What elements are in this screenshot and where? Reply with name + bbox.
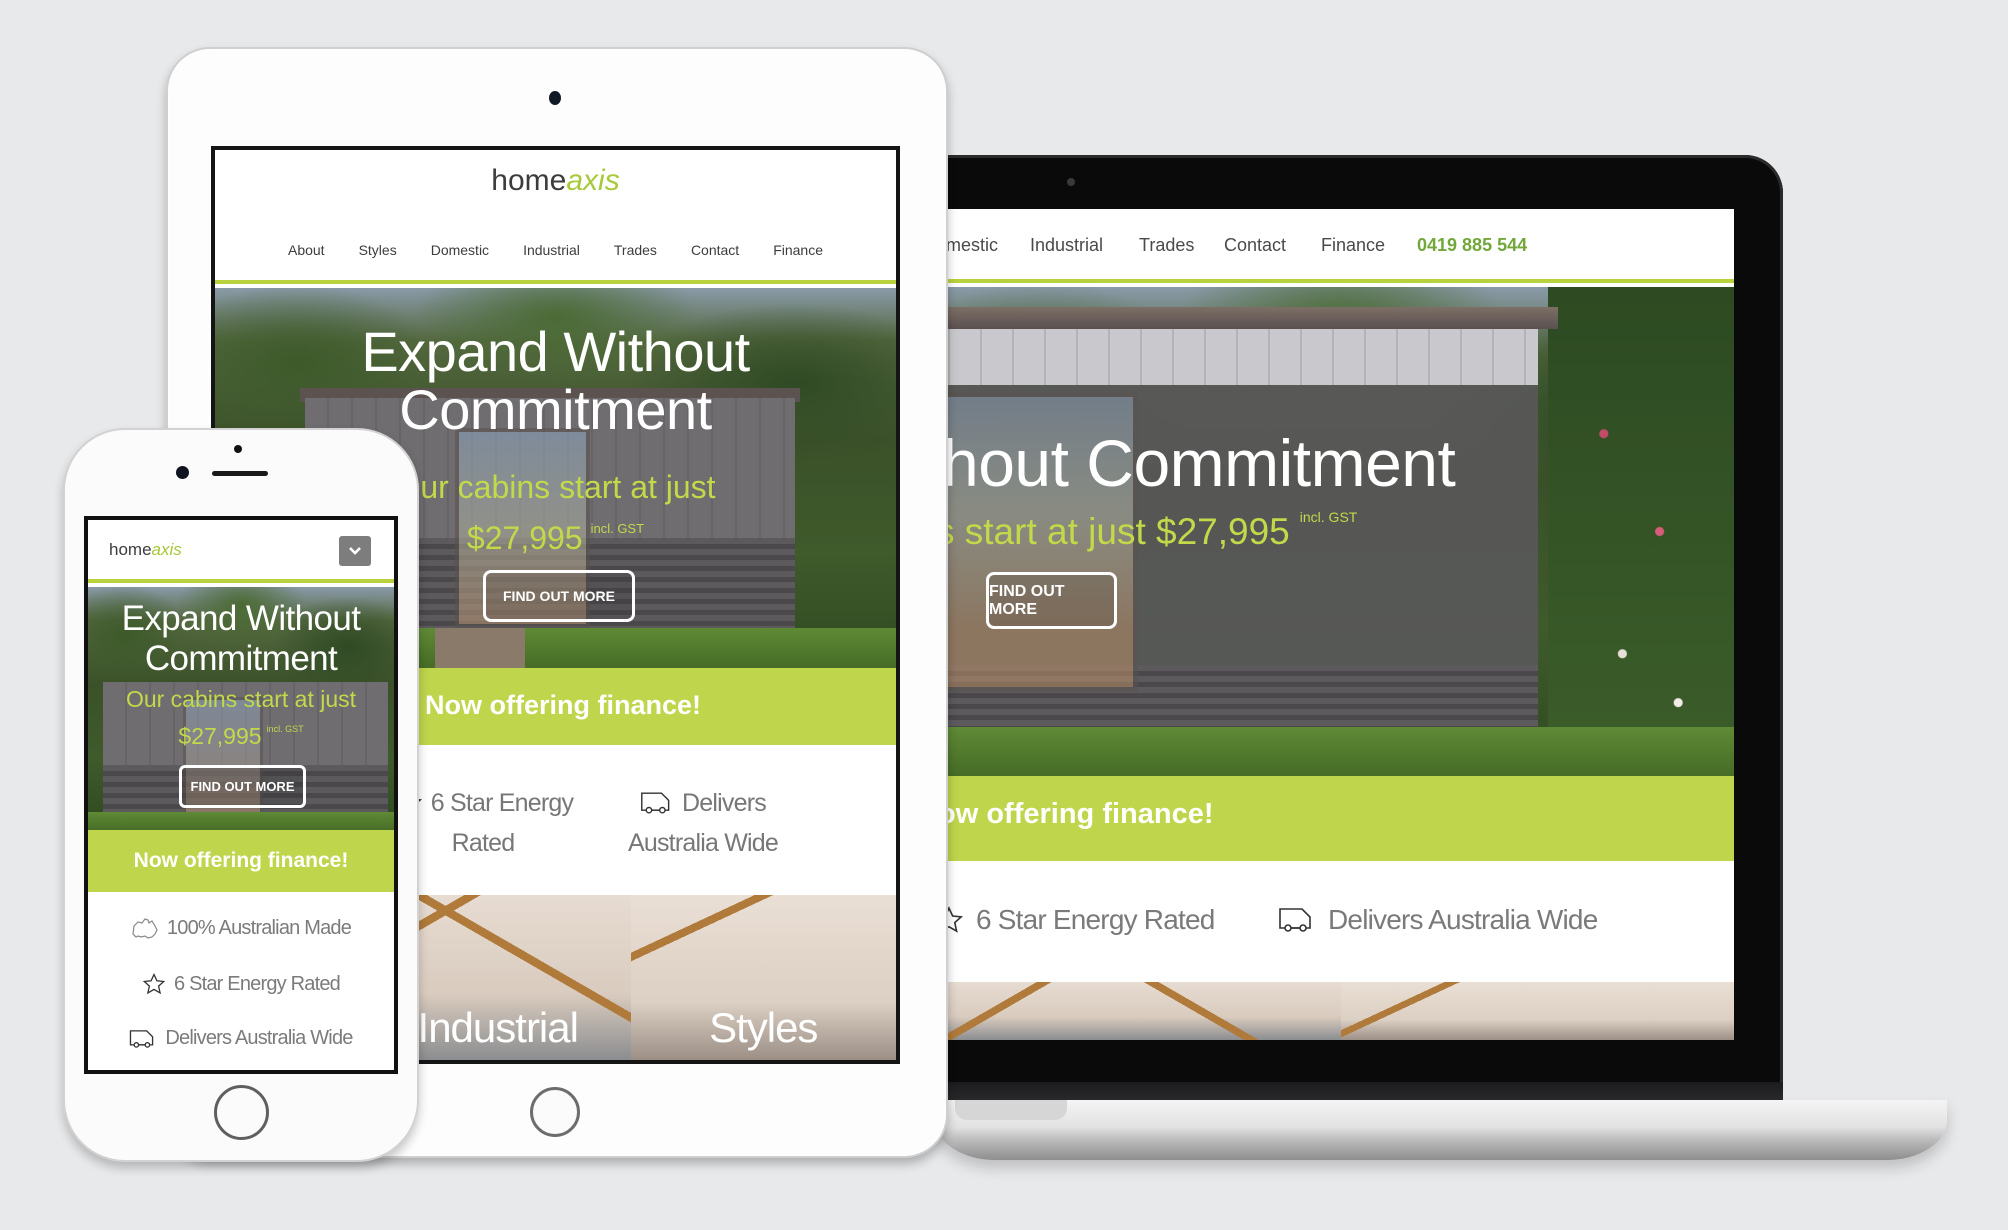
phone-header: homeaxis	[88, 520, 394, 583]
tablet-camera	[549, 91, 561, 105]
logo-axis-text: axis	[151, 540, 182, 559]
nav-link-industrial[interactable]: Industrial	[1030, 235, 1103, 256]
features-strip: 6 Star Energy Rated Delivers Australia W…	[948, 861, 1734, 982]
finance-banner[interactable]: Now offering finance!	[88, 830, 394, 892]
laptop-notch	[955, 1100, 1067, 1120]
tile-styles[interactable]: Styles	[630, 895, 896, 1060]
nav-link-contact[interactable]: Contact	[1224, 235, 1286, 256]
nav-link-contact[interactable]: Contact	[674, 242, 756, 258]
delivery-van-icon	[640, 790, 674, 816]
price-note: incl. GST	[1299, 509, 1358, 525]
hero-price: $27,995	[466, 520, 583, 556]
laptop-nav-bar: mestic Industrial Trades Contact Finance…	[948, 209, 1734, 283]
nav-link-trades[interactable]: Trades	[597, 242, 674, 258]
menu-toggle-button[interactable]	[339, 536, 371, 566]
nav-link-domestic[interactable]: Domestic	[414, 242, 506, 258]
garden-path	[435, 628, 525, 668]
hero-title-line1: Expand Without	[121, 599, 361, 638]
feature-label-line1: 6 Star Energy	[430, 789, 574, 817]
delivery-van-icon	[1278, 906, 1316, 934]
find-out-more-button[interactable]: FIND OUT MORE	[483, 570, 635, 622]
brand-logo[interactable]: homeaxis	[109, 540, 182, 560]
find-out-more-button[interactable]: FIND OUT MORE	[179, 765, 306, 808]
feature-delivery: Delivers Australia Wide	[1278, 904, 1598, 936]
finance-banner-text: ow offering finance!	[948, 798, 1214, 830]
feature-delivery: Delivers Australia Wide	[88, 1027, 394, 1050]
nav-link-finance[interactable]: Finance	[756, 242, 840, 258]
tile-label: Styles	[709, 1004, 818, 1051]
hero-title: Expand Without Commitment	[215, 323, 896, 439]
hero-subtitle-text: Our cabins start at just	[125, 686, 357, 712]
nav-link-trades[interactable]: Trades	[1139, 235, 1194, 256]
nav-link-about[interactable]: About	[271, 242, 342, 258]
tablet-home-button[interactable]	[530, 1087, 580, 1137]
lawn	[948, 727, 1734, 776]
laptop-base	[935, 1100, 1947, 1160]
laptop-screen: mestic Industrial Trades Contact Finance…	[948, 209, 1734, 1040]
finance-banner-text: Now offering finance!	[425, 690, 701, 720]
phone-home-button[interactable]	[214, 1085, 269, 1140]
feature-label: 100% Australian Made	[166, 916, 352, 939]
brand-logo[interactable]: homeaxis	[215, 164, 896, 198]
phone-speaker	[212, 471, 268, 476]
feature-label: Delivers Australia Wide	[1328, 904, 1598, 935]
lawn	[88, 812, 394, 830]
hero-title: ithout Commitment	[948, 426, 1456, 500]
logo-home-text: home	[109, 540, 152, 559]
nav-link-industrial[interactable]: Industrial	[506, 242, 597, 258]
logo-axis-text: axis	[566, 164, 620, 197]
star-outline-icon	[948, 905, 964, 935]
features-list: 100% Australian Made 6 Star Energy Rated…	[88, 892, 394, 1070]
feature-label: Delivers Australia Wide	[165, 1027, 353, 1049]
hero-title: Expand Without Commitment	[88, 599, 394, 679]
laptop-hinge	[935, 1082, 1783, 1102]
nav-link-domestic[interactable]: mestic	[948, 235, 998, 256]
feature-delivery: Delivers Australia Wide	[583, 783, 823, 863]
feature-energy-rating: 6 Star Energy Rated	[88, 972, 394, 996]
garden-image	[1548, 287, 1734, 776]
hero-subtitle: s start at just $27,995 incl. GST	[948, 509, 1357, 553]
tablet-header: homeaxis About Styles Domestic Industria…	[215, 150, 896, 284]
price-note: incl. GST	[266, 724, 304, 734]
laptop-category-tiles	[948, 982, 1734, 1040]
phone-number-link[interactable]: 0419 885 544	[1417, 235, 1527, 256]
australia-map-icon	[131, 916, 159, 940]
hero-price: $27,995	[178, 723, 262, 749]
nav-link-styles[interactable]: Styles	[342, 242, 414, 258]
nav-link-finance[interactable]: Finance	[1321, 235, 1385, 256]
delivery-van-icon	[129, 1028, 157, 1050]
phone-camera	[176, 466, 189, 479]
feature-label-line1: Delivers	[682, 789, 767, 817]
logo-home-text: home	[491, 164, 567, 197]
phone-sensor	[234, 445, 242, 453]
cabin-wall	[948, 329, 1538, 385]
finance-banner[interactable]: ow offering finance!	[948, 776, 1734, 861]
phone-screen: homeaxis Expand Without Commitment Our c…	[84, 516, 398, 1074]
hero-subtitle-text: s start at just $27,995	[948, 511, 1290, 552]
feature-energy-rating: 6 Star Energy Rated	[948, 904, 1215, 936]
phone-hero: Expand Without Commitment Our cabins sta…	[88, 587, 394, 830]
price-note: incl. GST	[590, 521, 645, 536]
tablet-nav: About Styles Domestic Industrial Trades …	[215, 242, 896, 258]
tile-image-styles[interactable]	[1341, 982, 1734, 1040]
laptop-camera	[1067, 178, 1075, 186]
hero-title-line1: Expand Without	[361, 320, 750, 383]
chevron-down-icon	[348, 546, 362, 556]
star-outline-icon	[142, 972, 166, 996]
laptop-hero: ithout Commitment s start at just $27,99…	[948, 287, 1734, 776]
cabin-roof	[948, 307, 1558, 329]
hero-subtitle: Our cabins start at just $27,995 incl. GS…	[88, 684, 394, 751]
finance-banner-text: Now offering finance!	[133, 849, 349, 872]
feature-label-line2: Australia Wide	[628, 829, 779, 857]
hero-title-line2: Commitment	[144, 639, 338, 678]
feature-label: 6 Star Energy Rated	[976, 904, 1215, 935]
find-out-more-button[interactable]: FIND OUT MORE	[986, 572, 1117, 629]
tile-image-industrial[interactable]	[948, 982, 1341, 1040]
feature-australian-made: 100% Australian Made	[88, 916, 394, 940]
feature-label: 6 Star Energy Rated	[173, 972, 341, 995]
